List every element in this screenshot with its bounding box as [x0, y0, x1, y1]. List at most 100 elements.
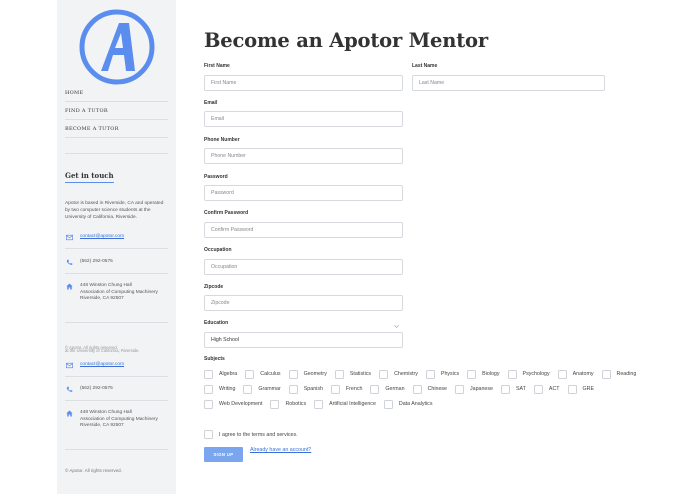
subject-label: German [385, 386, 405, 392]
subject-checkbox[interactable] [601, 369, 611, 379]
education-select[interactable]: High School [204, 332, 403, 348]
subject-checkbox[interactable] [330, 384, 340, 394]
contact-email-text[interactable]: contact@apotor.com [80, 362, 124, 369]
contact-address: 448 Winston Chung Hall Association of Co… [65, 410, 168, 430]
subject-label: Psychology [522, 371, 550, 377]
zipcode-label: Zipcode [204, 284, 224, 290]
copyright-ghost: © Apotor. All rights reserved. at the Un… [65, 345, 140, 353]
subject-label: Geometry [303, 371, 327, 377]
subject-label: Grammar [258, 386, 281, 392]
signup-button[interactable]: SIGN UP [204, 447, 243, 462]
subject-checkbox[interactable] [567, 384, 577, 394]
phone-icon [65, 259, 73, 266]
password-input[interactable]: Password [204, 185, 403, 201]
subject-label: Anatomy [572, 371, 594, 377]
nav-item-become-a-tutor[interactable]: BECOME A TUTOR [65, 120, 168, 138]
subject-checkbox[interactable] [314, 399, 324, 409]
subject-checkbox[interactable] [467, 369, 477, 379]
subject-checkbox[interactable] [270, 399, 280, 409]
subject-label: Calculus [260, 371, 281, 377]
subject-checkbox[interactable] [557, 369, 567, 379]
subject-label: GRE [582, 386, 594, 392]
contact-phone: (562) 292-0575 [65, 386, 168, 393]
apotor-logo[interactable] [79, 9, 155, 85]
subjects-label: Subjects [204, 356, 225, 362]
subject-checkbox[interactable] [288, 369, 298, 379]
copyright-text: © Apotor. All rights reserved. [65, 468, 122, 473]
subjects-row: Algebra Calculus Geometry Statistics Chemist… [204, 369, 644, 379]
subject-checkbox[interactable] [334, 369, 344, 379]
occupation-input[interactable]: Occupation [204, 259, 403, 275]
subject-label: Spanish [303, 386, 323, 392]
sidebar-divider [65, 400, 168, 401]
last-name-input[interactable]: Last Name [412, 75, 605, 91]
sidebar-divider [65, 449, 168, 450]
envelope-icon [65, 362, 73, 369]
subject-label: Data Analytics [398, 401, 433, 407]
education-label: Education [204, 320, 229, 326]
subject-label: Writing [219, 386, 236, 392]
sidebar: HOME FIND A TUTOR BECOME A TUTOR Get in … [57, 0, 176, 494]
subject-checkbox[interactable] [288, 384, 298, 394]
subject-checkbox[interactable] [204, 399, 213, 409]
contact-phone-text: (562) 292-0575 [80, 259, 113, 264]
sidebar-divider [65, 376, 168, 377]
subject-checkbox[interactable] [370, 384, 380, 394]
password-label: Password [204, 174, 228, 180]
terms-checkbox[interactable] [204, 430, 213, 439]
subject-label: Biology [482, 371, 500, 377]
nav-item-find-a-tutor[interactable]: FIND A TUTOR [65, 102, 168, 120]
subject-label: Japanese [470, 386, 493, 392]
subject-label: Statistics [349, 371, 372, 377]
terms-label: I agree to the terms and services. [219, 431, 298, 438]
contact-email[interactable]: contact@apotor.com [65, 234, 168, 241]
subjects-row: Writing Grammar Spanish French German Chinese… [204, 384, 602, 394]
subject-checkbox[interactable] [379, 369, 389, 379]
contact-email-text[interactable]: contact@apotor.com [80, 234, 124, 241]
sidebar-divider [65, 153, 168, 154]
email-input[interactable]: Email [204, 111, 403, 127]
about-text-ghost: at the University of California, Riversi… [65, 348, 140, 353]
subject-checkbox[interactable] [455, 384, 464, 394]
subject-checkbox[interactable] [383, 399, 393, 409]
envelope-icon [65, 234, 73, 241]
zipcode-input[interactable]: Zipcode [204, 295, 403, 311]
address-line-3: Riverside, CA 92507 [80, 423, 124, 428]
phone-icon [65, 386, 73, 393]
chevron-down-icon [394, 325, 399, 328]
subjects-row: Web Development Robotics Artificial Intell… [204, 399, 440, 409]
terms-row[interactable]: I agree to the terms and services. [204, 430, 306, 439]
subject-label: Algebra [219, 371, 238, 377]
occupation-label: Occupation [204, 247, 232, 253]
sidebar-divider [65, 273, 168, 274]
get-in-touch-heading: Get in touch [65, 171, 114, 183]
have-account-link[interactable]: Already have an account? [250, 447, 311, 453]
subject-checkbox[interactable] [412, 384, 422, 394]
confirm-password-input[interactable]: Confirm Password [204, 222, 403, 238]
sidebar-divider [65, 322, 168, 323]
subject-checkbox[interactable] [507, 369, 517, 379]
phone-label: Phone Number [204, 137, 240, 143]
subject-checkbox[interactable] [500, 384, 510, 394]
subject-checkbox[interactable] [425, 369, 435, 379]
contact-email[interactable]: contact@apotor.com [65, 362, 168, 369]
subject-checkbox[interactable] [245, 369, 255, 379]
apotor-logo-mark [79, 9, 155, 85]
sidebar-divider [65, 248, 168, 249]
home-icon [65, 283, 73, 290]
email-label: Email [204, 100, 218, 106]
subject-label: Web Development [219, 401, 263, 407]
subject-label: ACT [548, 386, 560, 392]
first-name-input[interactable]: First Name [204, 75, 403, 91]
page: HOME FIND A TUTOR BECOME A TUTOR Get in … [0, 0, 695, 494]
subject-checkbox[interactable] [533, 384, 543, 394]
subject-checkbox[interactable] [204, 384, 213, 394]
subject-checkbox[interactable] [243, 384, 253, 394]
nav-item-home[interactable]: HOME [65, 84, 168, 102]
subject-checkbox[interactable] [204, 369, 213, 379]
contact-address: 448 Winston Chung Hall Association of Co… [65, 283, 168, 303]
address-line-3: Riverside, CA 92507 [80, 296, 124, 301]
about-text: Apotor is based in Riverside, CA and ope… [65, 201, 164, 221]
first-name-label: First Name [204, 63, 230, 69]
phone-input[interactable]: Phone Number [204, 148, 403, 164]
